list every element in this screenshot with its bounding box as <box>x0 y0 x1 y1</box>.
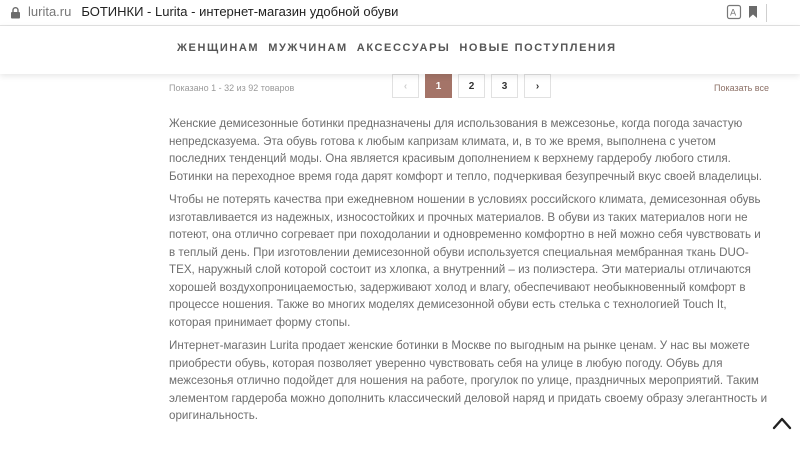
product-count: Показано 1 - 32 из 92 товаров <box>169 83 295 93</box>
site-header: ЖЕНЩИНАМ МУЖЧИНАМ АКСЕССУАРЫ НОВЫЕ ПОСТУ… <box>0 26 800 74</box>
description-paragraph: Интернет-магазин Lurita продает женские … <box>169 339 768 422</box>
pagination-page-3[interactable]: 3 <box>491 74 518 98</box>
translate-icon[interactable]: A <box>726 4 742 20</box>
pagination: ‹ 1 2 3 › <box>392 74 551 98</box>
pagination-page-1[interactable]: 1 <box>425 74 452 98</box>
description-paragraph: Чтобы не потерять качества при ежедневно… <box>169 193 761 329</box>
toolbar-divider <box>766 4 767 22</box>
url-text[interactable]: lurita.ru БОТИНКИ - Lurita - интернет-маг… <box>28 4 398 19</box>
category-description: Женские демисезонные ботинки предназначе… <box>169 115 769 431</box>
nav-men[interactable]: МУЖЧИНАМ <box>268 42 348 54</box>
pagination-page-2[interactable]: 2 <box>458 74 485 98</box>
show-all-link[interactable]: Показать все <box>714 83 769 93</box>
nav-new-arrivals[interactable]: НОВЫЕ ПОСТУПЛЕНИЯ <box>459 42 616 54</box>
scroll-top-chevron-icon[interactable] <box>772 416 792 430</box>
pagination-prev-button[interactable]: ‹ <box>392 74 419 98</box>
svg-text:A: A <box>730 9 737 19</box>
pagination-next-button[interactable]: › <box>524 74 551 98</box>
main-nav: ЖЕНЩИНАМ МУЖЧИНАМ АКСЕССУАРЫ НОВЫЕ ПОСТУ… <box>177 42 617 54</box>
listing-toolbar: Показано 1 - 32 из 92 товаров ‹ 1 2 3 › … <box>0 74 800 102</box>
bookmark-icon[interactable] <box>745 4 761 20</box>
browser-address-bar[interactable]: lurita.ru БОТИНКИ - Lurita - интернет-маг… <box>0 0 800 26</box>
lock-icon[interactable] <box>9 6 22 19</box>
url-page-title: БОТИНКИ - Lurita - интернет-магазин удоб… <box>81 4 399 19</box>
url-domain: lurita.ru <box>28 4 72 19</box>
description-paragraph: Женские демисезонные ботинки предназначе… <box>169 117 763 183</box>
nav-accessories[interactable]: АКСЕССУАРЫ <box>357 42 451 54</box>
nav-women[interactable]: ЖЕНЩИНАМ <box>177 42 259 54</box>
